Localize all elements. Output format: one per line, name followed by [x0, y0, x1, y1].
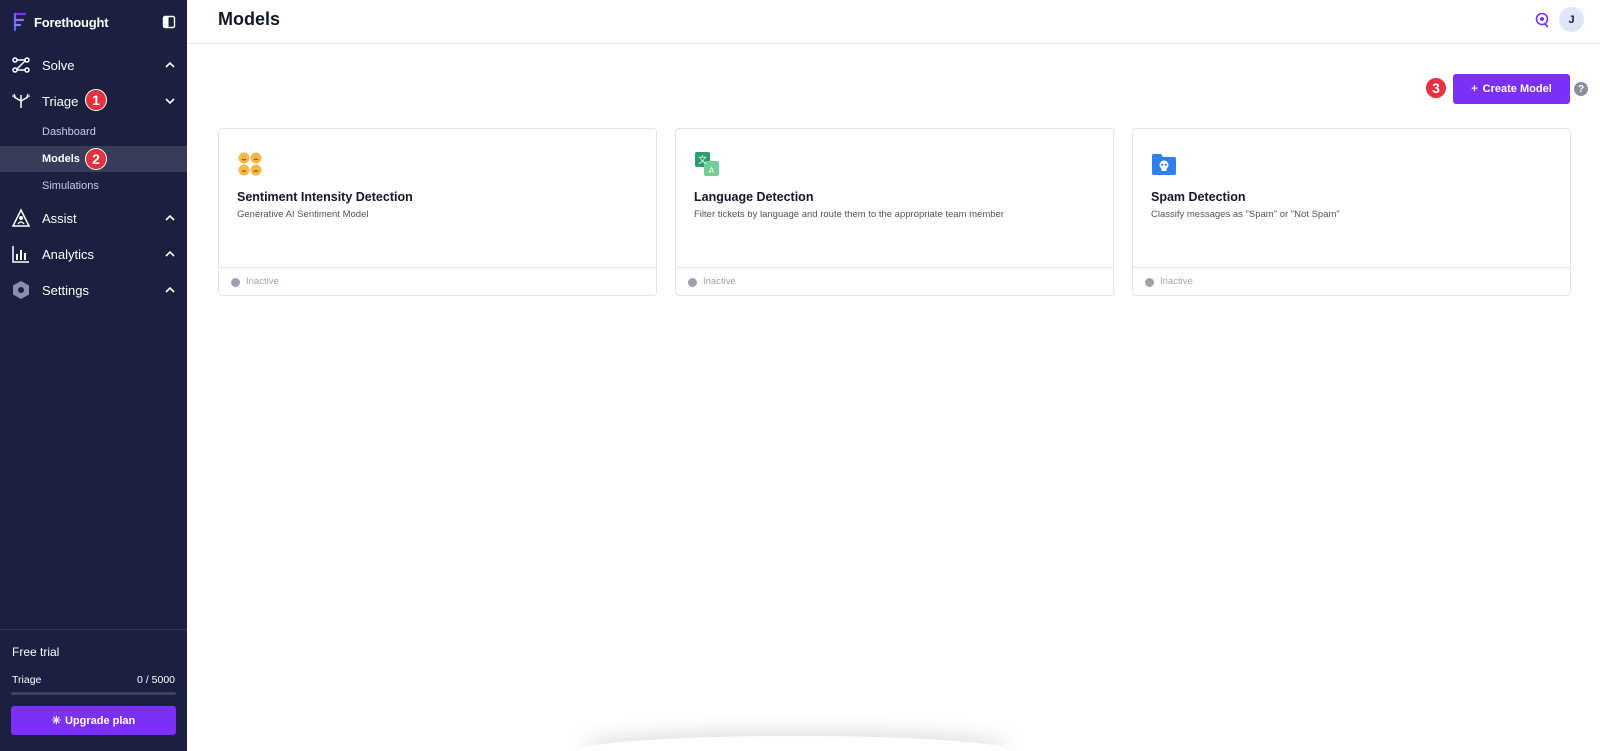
sidebar-subitem-simulations[interactable]: Simulations — [0, 173, 187, 199]
status-dot — [231, 278, 240, 287]
sidebar-item-analytics[interactable]: Analytics — [0, 239, 187, 269]
status-badge: Inactive — [1160, 276, 1193, 287]
brand-name: Forethought — [34, 14, 109, 30]
model-card-sentiment[interactable]: Sentiment Intensity Detection Generative… — [218, 128, 657, 296]
sidebar-subitem-label: Simulations — [42, 180, 99, 192]
sidebar-subitem-label: Dashboard — [42, 126, 96, 138]
chevron-up-icon[interactable] — [164, 248, 176, 260]
sidebar-item-label: Triage — [42, 93, 79, 109]
create-model-button[interactable]: + Create Model — [1453, 74, 1570, 104]
plus-icon: + — [1471, 83, 1478, 95]
card-footer: Inactive — [676, 267, 1113, 296]
svg-text:文: 文 — [698, 154, 707, 166]
model-card-spam[interactable]: Spam Detection Classify messages as "Spa… — [1132, 128, 1571, 296]
triage-icon — [11, 91, 31, 111]
create-model-label: Create Model — [1482, 83, 1552, 95]
card-description: Classify messages as "Spam" or "Not Spam… — [1151, 209, 1340, 220]
sparkle-icon: ✳ — [51, 715, 61, 727]
usage-progress-bar — [11, 692, 176, 695]
sidebar-item-settings[interactable]: Settings — [0, 275, 187, 305]
sidebar-item-solve[interactable]: Solve — [0, 50, 187, 80]
brand[interactable]: Forethought — [12, 12, 109, 32]
step-marker-2: 2 — [85, 148, 107, 170]
forethought-logo-icon — [13, 12, 27, 32]
card-title: Language Detection — [694, 190, 814, 204]
card-title: Sentiment Intensity Detection — [237, 190, 413, 204]
page-title: Models — [218, 9, 281, 29]
upgrade-plan-button[interactable]: ✳ Upgrade plan — [11, 706, 176, 735]
trial-title: Free trial — [12, 645, 60, 659]
sidebar-item-label: Settings — [42, 282, 89, 298]
sidebar-item-label: Analytics — [42, 246, 95, 262]
status-badge: Inactive — [246, 276, 279, 287]
step-marker-3: 3 — [1425, 77, 1447, 99]
sidebar-item-assist[interactable]: Assist — [0, 203, 187, 233]
sidebar-item-label: Assist — [42, 210, 77, 226]
card-description: Filter tickets by language and route the… — [694, 209, 1004, 220]
upgrade-plan-label: Upgrade plan — [64, 714, 136, 727]
sidebar-divider — [0, 629, 187, 630]
svg-text:A: A — [709, 166, 715, 175]
sidebar-subitem-label: Models — [42, 153, 80, 165]
chevron-up-icon[interactable] — [164, 59, 176, 71]
sidebar-subitem-dashboard[interactable]: Dashboard — [0, 119, 187, 145]
card-footer: Inactive — [219, 267, 656, 296]
gear-icon — [11, 280, 31, 300]
page-header: Models J — [187, 0, 1600, 44]
sidebar: Forethought Solve Triage 1 Dashboard Mod… — [0, 0, 187, 751]
step-marker-1: 1 — [85, 89, 107, 111]
card-description: Generative AI Sentiment Model — [237, 209, 369, 220]
location-badge-icon[interactable] — [1534, 12, 1550, 28]
chevron-down-icon[interactable] — [164, 95, 176, 107]
sidebar-collapse-icon[interactable] — [162, 15, 176, 29]
avatar[interactable]: J — [1559, 7, 1584, 32]
status-dot — [1145, 278, 1154, 287]
card-title: Spam Detection — [1151, 190, 1246, 204]
model-card-language[interactable]: 文 A Language Detection Filter tickets by… — [675, 128, 1114, 296]
status-badge: Inactive — [703, 276, 736, 287]
chevron-up-icon[interactable] — [164, 284, 176, 296]
assist-icon — [11, 208, 31, 228]
bar-chart-icon — [11, 244, 31, 264]
status-dot — [688, 278, 697, 287]
card-footer: Inactive — [1133, 267, 1570, 296]
solve-icon — [11, 55, 31, 75]
bottom-overlay-shadow — [580, 736, 1010, 751]
spam-folder-icon — [1152, 154, 1176, 175]
usage-label: Triage — [12, 674, 42, 686]
translate-icon: 文 A — [695, 152, 719, 176]
chevron-up-icon[interactable] — [164, 212, 176, 224]
sidebar-item-label: Solve — [42, 57, 75, 73]
emoji-faces-icon — [238, 152, 262, 176]
usage-value: 0 / 5000 — [137, 674, 175, 686]
help-icon[interactable]: ? — [1574, 82, 1588, 96]
